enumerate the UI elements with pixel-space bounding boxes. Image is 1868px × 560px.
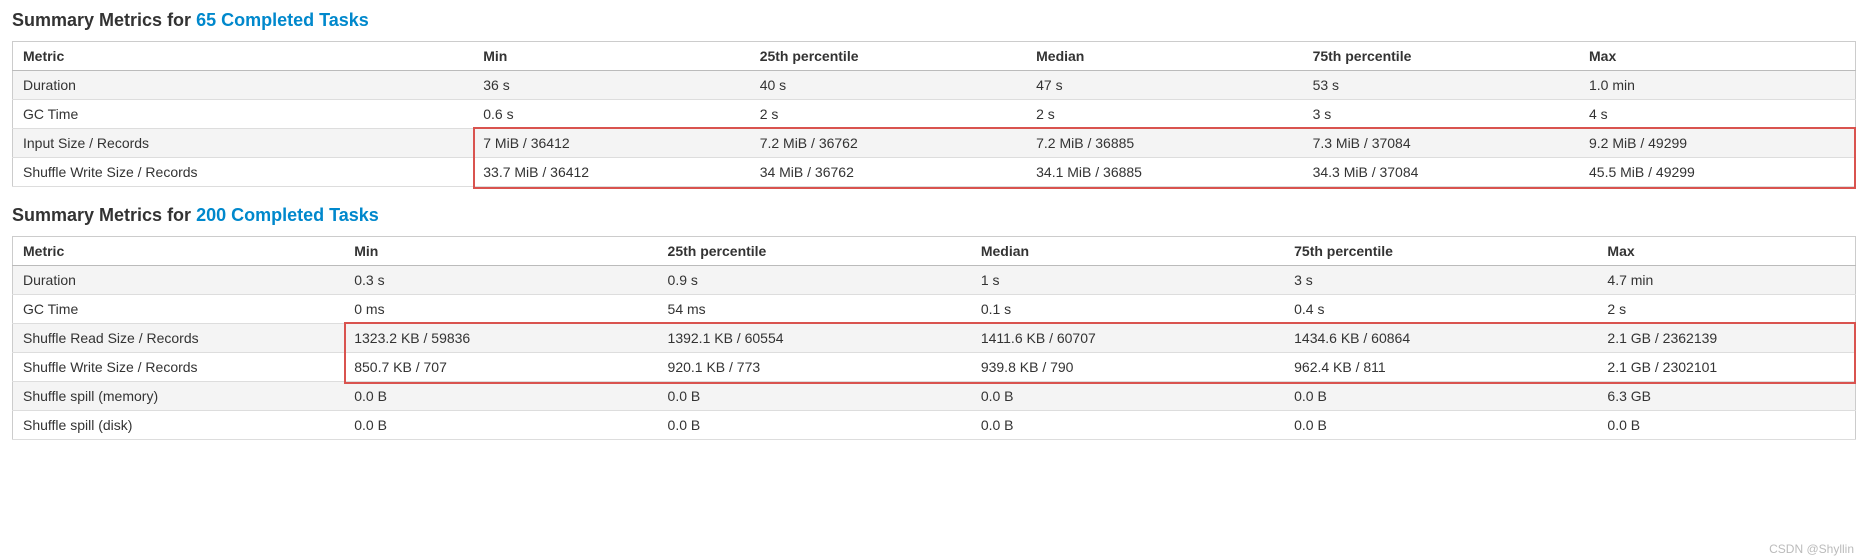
- table-row: Duration 0.3 s 0.9 s 1 s 3 s 4.7 min: [13, 266, 1856, 295]
- cell-p75: 0.0 B: [1284, 382, 1597, 411]
- cell-p75: 3 s: [1303, 100, 1579, 129]
- summary-table-wrap-2: Metric Min 25th percentile Median 75th p…: [12, 236, 1856, 440]
- cell-min: 36 s: [473, 71, 749, 100]
- cell-p25: 2 s: [750, 100, 1026, 129]
- cell-min: 0 ms: [344, 295, 657, 324]
- table-row: Duration 36 s 40 s 47 s 53 s 1.0 min: [13, 71, 1856, 100]
- cell-median: 47 s: [1026, 71, 1302, 100]
- cell-metric: GC Time: [13, 100, 474, 129]
- cell-p25: 40 s: [750, 71, 1026, 100]
- table-row: Shuffle Write Size / Records 850.7 KB / …: [13, 353, 1856, 382]
- cell-p25: 54 ms: [658, 295, 971, 324]
- cell-min: 0.0 B: [344, 382, 657, 411]
- cell-max: 1.0 min: [1579, 71, 1856, 100]
- cell-max: 4.7 min: [1597, 266, 1855, 295]
- cell-min: 850.7 KB / 707: [344, 353, 657, 382]
- cell-p25: 0.0 B: [658, 382, 971, 411]
- cell-min: 0.6 s: [473, 100, 749, 129]
- cell-max: 45.5 MiB / 49299: [1579, 158, 1856, 187]
- col-max: Max: [1597, 237, 1855, 266]
- cell-max: 6.3 GB: [1597, 382, 1855, 411]
- cell-metric: Shuffle Read Size / Records: [13, 324, 345, 353]
- cell-max: 2 s: [1597, 295, 1855, 324]
- col-p25: 25th percentile: [658, 237, 971, 266]
- cell-max: 4 s: [1579, 100, 1856, 129]
- cell-p75: 1434.6 KB / 60864: [1284, 324, 1597, 353]
- cell-metric: Shuffle Write Size / Records: [13, 158, 474, 187]
- col-median: Median: [1026, 42, 1302, 71]
- cell-p75: 7.3 MiB / 37084: [1303, 129, 1579, 158]
- cell-median: 0.1 s: [971, 295, 1284, 324]
- table-row: Input Size / Records 7 MiB / 36412 7.2 M…: [13, 129, 1856, 158]
- cell-p75: 0.0 B: [1284, 411, 1597, 440]
- cell-p75: 53 s: [1303, 71, 1579, 100]
- cell-p25: 1392.1 KB / 60554: [658, 324, 971, 353]
- cell-min: 0.3 s: [344, 266, 657, 295]
- cell-metric: Shuffle spill (disk): [13, 411, 345, 440]
- cell-p75: 34.3 MiB / 37084: [1303, 158, 1579, 187]
- cell-median: 939.8 KB / 790: [971, 353, 1284, 382]
- cell-median: 1 s: [971, 266, 1284, 295]
- col-p75: 75th percentile: [1284, 237, 1597, 266]
- table-header-row: Metric Min 25th percentile Median 75th p…: [13, 237, 1856, 266]
- table-row: Shuffle spill (memory) 0.0 B 0.0 B 0.0 B…: [13, 382, 1856, 411]
- cell-median: 0.0 B: [971, 411, 1284, 440]
- cell-metric: Shuffle Write Size / Records: [13, 353, 345, 382]
- summary-table-2: Metric Min 25th percentile Median 75th p…: [12, 236, 1856, 440]
- cell-p75: 0.4 s: [1284, 295, 1597, 324]
- table-row: Shuffle spill (disk) 0.0 B 0.0 B 0.0 B 0…: [13, 411, 1856, 440]
- completed-tasks-link-2[interactable]: 200 Completed Tasks: [196, 205, 379, 225]
- summary-table-1: Metric Min 25th percentile Median 75th p…: [12, 41, 1856, 187]
- summary-title-prefix: Summary Metrics for: [12, 205, 196, 225]
- cell-median: 7.2 MiB / 36885: [1026, 129, 1302, 158]
- col-p75: 75th percentile: [1303, 42, 1579, 71]
- cell-metric: Duration: [13, 266, 345, 295]
- cell-p25: 0.0 B: [658, 411, 971, 440]
- summary-table-wrap-1: Metric Min 25th percentile Median 75th p…: [12, 41, 1856, 187]
- summary-title-2: Summary Metrics for 200 Completed Tasks: [12, 205, 1856, 226]
- table-header-row: Metric Min 25th percentile Median 75th p…: [13, 42, 1856, 71]
- col-min: Min: [473, 42, 749, 71]
- cell-min: 0.0 B: [344, 411, 657, 440]
- cell-min: 7 MiB / 36412: [473, 129, 749, 158]
- cell-p25: 920.1 KB / 773: [658, 353, 971, 382]
- col-median: Median: [971, 237, 1284, 266]
- cell-max: 9.2 MiB / 49299: [1579, 129, 1856, 158]
- col-max: Max: [1579, 42, 1856, 71]
- cell-metric: Shuffle spill (memory): [13, 382, 345, 411]
- cell-max: 2.1 GB / 2362139: [1597, 324, 1855, 353]
- cell-median: 2 s: [1026, 100, 1302, 129]
- cell-median: 0.0 B: [971, 382, 1284, 411]
- col-metric: Metric: [13, 237, 345, 266]
- table-row: GC Time 0 ms 54 ms 0.1 s 0.4 s 2 s: [13, 295, 1856, 324]
- col-p25: 25th percentile: [750, 42, 1026, 71]
- cell-p75: 3 s: [1284, 266, 1597, 295]
- cell-median: 1411.6 KB / 60707: [971, 324, 1284, 353]
- cell-min: 33.7 MiB / 36412: [473, 158, 749, 187]
- summary-title-prefix: Summary Metrics for: [12, 10, 196, 30]
- cell-metric: GC Time: [13, 295, 345, 324]
- col-metric: Metric: [13, 42, 474, 71]
- cell-min: 1323.2 KB / 59836: [344, 324, 657, 353]
- col-min: Min: [344, 237, 657, 266]
- cell-median: 34.1 MiB / 36885: [1026, 158, 1302, 187]
- completed-tasks-link-1[interactable]: 65 Completed Tasks: [196, 10, 369, 30]
- cell-max: 0.0 B: [1597, 411, 1855, 440]
- table-row: GC Time 0.6 s 2 s 2 s 3 s 4 s: [13, 100, 1856, 129]
- table-row: Shuffle Read Size / Records 1323.2 KB / …: [13, 324, 1856, 353]
- watermark: CSDN @Shyllin: [1769, 542, 1854, 556]
- table-row: Shuffle Write Size / Records 33.7 MiB / …: [13, 158, 1856, 187]
- cell-p75: 962.4 KB / 811: [1284, 353, 1597, 382]
- cell-p25: 34 MiB / 36762: [750, 158, 1026, 187]
- cell-p25: 7.2 MiB / 36762: [750, 129, 1026, 158]
- cell-metric: Input Size / Records: [13, 129, 474, 158]
- cell-max: 2.1 GB / 2302101: [1597, 353, 1855, 382]
- cell-p25: 0.9 s: [658, 266, 971, 295]
- summary-title-1: Summary Metrics for 65 Completed Tasks: [12, 10, 1856, 31]
- cell-metric: Duration: [13, 71, 474, 100]
